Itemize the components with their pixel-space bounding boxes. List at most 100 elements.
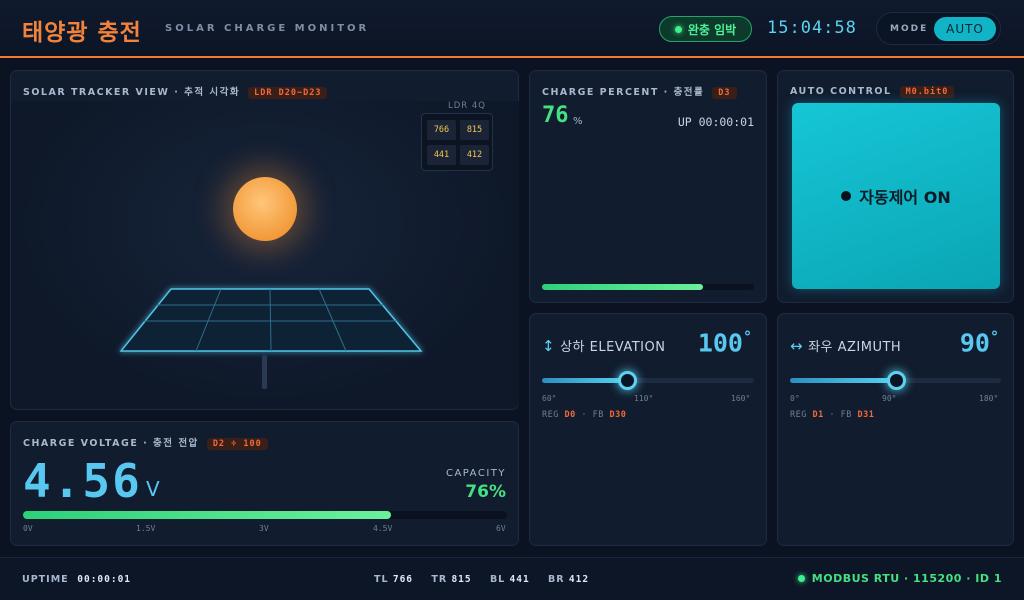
br-label: BR [548, 574, 565, 585]
panel-title: SOLAR TRACKER VIEW · 추적 시각화 LDR D20~D23 [23, 84, 328, 99]
voltage-panel: CHARGE VOLTAGE · 충전 전압 D2 ÷ 100 4.56 V CA… [10, 421, 519, 546]
elevation-slider-handle[interactable] [617, 371, 637, 390]
voltage-tick: 0V [23, 524, 33, 533]
capacity-value: 76% [465, 482, 506, 502]
mode-label: MODE [890, 24, 929, 34]
horizontal-arrow-icon: ↔ [790, 337, 804, 355]
tracker-title: SOLAR TRACKER VIEW · 추적 시각화 [23, 87, 241, 98]
elevation-value: 100° [698, 328, 752, 357]
header-bar: 태양광 충전 SOLAR CHARGE MONITOR 완충 임박 15:04:… [0, 0, 1024, 58]
azimuth-slider[interactable] [790, 371, 1001, 390]
azimuth-tick: 180° [979, 394, 999, 403]
reg-address: D0 [564, 410, 576, 420]
voltage-title: CHARGE VOLTAGE · 충전 전압 [23, 438, 199, 449]
elevation-tick: 160° [731, 394, 751, 403]
ldr-title: LDR 4Q [448, 101, 486, 111]
voltage-tick: 4.5V [373, 524, 393, 533]
capacity-label: CAPACITY [445, 468, 506, 479]
bl-label: BL [489, 574, 506, 585]
fb-address: D30 [609, 410, 627, 420]
voltage-tick: 6V [496, 524, 506, 533]
tr-value: 815 [451, 574, 472, 585]
status-text: 완충 임박 [687, 22, 737, 37]
voltage-bar-fill [23, 511, 391, 519]
panel-title: AUTO CONTROL M0.bit0 [790, 86, 955, 98]
elevation-slider[interactable] [542, 371, 754, 390]
mode-toggle-button[interactable]: AUTO [934, 17, 996, 41]
fb-label: FB [840, 410, 852, 420]
elevation-title: ↕ 상하 ELEVATION [542, 336, 665, 355]
vertical-arrow-icon: ↕ [542, 337, 556, 355]
ldr-cell-bl: 441 [427, 145, 456, 165]
azimuth-tick: 0° [790, 394, 800, 403]
elevation-tick: 60° [542, 394, 557, 403]
elevation-tick: 110° [634, 394, 654, 403]
footer-uptime: UPTIME 00:00:01 [22, 574, 131, 585]
reg-address: D1 [812, 410, 824, 420]
sun-icon [233, 177, 297, 241]
footer-bar: UPTIME 00:00:01 TL 766 TR 815 BL 441 BR … [0, 557, 1024, 600]
power-dot-icon [841, 191, 852, 201]
panel-pole [262, 355, 267, 389]
clock: 15:04:58 [767, 18, 857, 38]
br-value: 412 [568, 574, 590, 585]
charge-title: CHARGE PERCENT · 충전률 [542, 87, 705, 98]
charge-panel: CHARGE PERCENT · 충전률 D3 76 % UP 00:00:01 [529, 70, 767, 303]
tracker-tag: LDR D20~D23 [248, 87, 328, 99]
charge-value: 76 [542, 103, 569, 128]
fb-address: D31 [857, 410, 875, 420]
tl-value: 766 [392, 574, 414, 585]
charge-uptime: UP 00:00:01 [677, 115, 754, 129]
azimuth-slider-fill [790, 378, 896, 383]
elevation-label: 상하 ELEVATION [560, 340, 666, 355]
app-title: 태양광 충전 [22, 20, 142, 46]
azimuth-slider-handle[interactable] [886, 371, 906, 390]
connection-dot-icon [797, 575, 805, 582]
ldr-cell-br: 412 [460, 145, 489, 165]
tl-label: TL [374, 574, 389, 585]
azimuth-unit: ° [989, 328, 999, 346]
voltage-value: 4.56 [23, 454, 142, 508]
elevation-number: 100 [697, 328, 743, 358]
bl-value: 441 [509, 574, 530, 585]
panel-title: CHARGE VOLTAGE · 충전 전압 D2 ÷ 100 [23, 435, 268, 450]
azimuth-title: ↔ 좌우 AZIMUTH [790, 336, 901, 355]
auto-control-label: 자동제어 ON [859, 188, 951, 207]
voltage-bar [23, 511, 507, 519]
tracker-panel: SOLAR TRACKER VIEW · 추적 시각화 LDR D20~D23 L… [10, 70, 519, 410]
auto-title: AUTO CONTROL [790, 86, 892, 97]
charge-unit: % [573, 116, 583, 127]
fb-label: FB [592, 410, 604, 420]
azimuth-panel: ↔ 좌우 AZIMUTH 90° 0° 90° 180° REG D1 · FB … [777, 313, 1014, 546]
charge-tag: D3 [712, 87, 737, 99]
charge-bar-fill [542, 284, 704, 290]
uptime-value: 00:00:01 [77, 574, 132, 585]
azimuth-tick: 90° [882, 394, 897, 403]
voltage-unit: V [146, 477, 160, 501]
azimuth-registers: REG D1 · FB D31 [790, 410, 875, 420]
ldr-cell-tr: 815 [460, 120, 489, 140]
voltage-tick: 1.5V [136, 524, 156, 533]
elevation-panel: ↕ 상하 ELEVATION 100° 60° 110° 160° REG D0 … [529, 313, 767, 546]
reg-label: REG [790, 410, 807, 420]
auto-control-button[interactable]: 자동제어 ON [792, 103, 1000, 289]
auto-tag: M0.bit0 [899, 86, 955, 98]
uptime-label: UPTIME [22, 574, 69, 585]
status-dot-icon [674, 25, 682, 33]
status-badge: 완충 임박 [659, 16, 752, 42]
elevation-unit: ° [742, 328, 752, 346]
footer-modbus-status: MODBUS RTU · 115200 · ID 1 [797, 572, 1002, 585]
azimuth-number: 90 [959, 328, 990, 358]
app-subtitle: SOLAR CHARGE MONITOR [165, 23, 370, 34]
ldr-grid: 766 815 441 412 [421, 113, 493, 171]
modbus-text: MODBUS RTU · 115200 · ID 1 [811, 572, 1002, 585]
mode-switch: MODE AUTO [876, 12, 1001, 45]
voltage-tag: D2 ÷ 100 [206, 438, 268, 450]
solar-panel-icon [119, 288, 423, 352]
auto-control-panel: AUTO CONTROL M0.bit0 자동제어 ON [777, 70, 1014, 303]
tracker-stage: LDR 4Q 766 815 441 412 [11, 101, 519, 409]
charge-bar [542, 284, 754, 290]
reg-label: REG [542, 410, 559, 420]
azimuth-label: 좌우 AZIMUTH [808, 340, 902, 355]
footer-ldr-readout: TL 766 TR 815 BL 441 BR 412 [374, 574, 589, 585]
